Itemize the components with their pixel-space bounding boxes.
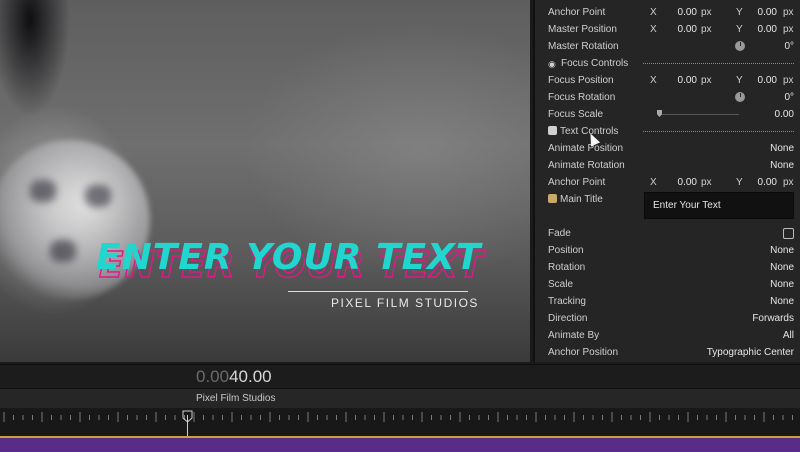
param-animate-position: Animate Position None (535, 140, 800, 157)
focus-scale-slider[interactable] (659, 114, 739, 115)
timecode-bar: 0.0040.00 (0, 364, 800, 389)
section-text-controls[interactable]: Text Controls (535, 123, 800, 140)
background-figure (0, 0, 90, 140)
param-focus-position: Focus Position X 0.00 px Y 0.00 px (535, 72, 800, 89)
clip-name: Pixel Film Studios (196, 393, 276, 404)
param-tracking: Tracking None (535, 293, 800, 310)
focus-position-x[interactable]: 0.00 (657, 72, 697, 89)
fade-checkbox[interactable] (783, 228, 794, 239)
eye-icon (548, 56, 558, 65)
inspector-panel: Anchor Point X 0.00 px Y 0.00 px Master … (533, 0, 800, 362)
rotation-dial-icon[interactable] (735, 92, 745, 102)
param-scale: Scale None (535, 276, 800, 293)
main-title-field[interactable]: Enter Your Text (644, 192, 794, 219)
focus-rotation-value[interactable]: 0° (784, 89, 794, 106)
param-focus-scale: Focus Scale 0.00 (535, 106, 800, 123)
scale-popup[interactable]: None (770, 276, 794, 293)
master-rotation-value[interactable]: 0° (784, 38, 794, 55)
ruler-ticks (3, 410, 793, 423)
anchor-y-value[interactable]: 0.00 (737, 4, 777, 21)
focus-position-y[interactable]: 0.00 (737, 72, 777, 89)
rotation-popup[interactable]: None (770, 259, 794, 276)
param-master-rotation: Master Rotation 0° (535, 38, 800, 55)
text-edit-icon (548, 194, 557, 203)
param-animate-rotation: Animate Rotation None (535, 157, 800, 174)
param-master-position: Master Position X 0.00 px Y 0.00 px (535, 21, 800, 38)
param-anchor-position: Anchor Position Typographic Center (535, 344, 800, 361)
param-focus-rotation: Focus Rotation 0° (535, 89, 800, 106)
title-divider (288, 291, 468, 292)
animate-position-popup[interactable]: None (770, 140, 794, 157)
slider-thumb-icon[interactable] (657, 110, 662, 117)
clip-header[interactable]: Pixel Film Studios (0, 388, 800, 409)
text-anchor-x[interactable]: 0.00 (657, 174, 697, 191)
timeline-ruler[interactable] (0, 408, 800, 436)
title-text[interactable]: ENTER YOUR TEXT (96, 240, 481, 276)
rotation-dial-icon[interactable] (735, 41, 745, 51)
param-text-anchor-point: Anchor Point X 0.00 px Y 0.00 px (535, 174, 800, 191)
section-focus-controls[interactable]: Focus Controls (535, 55, 800, 72)
position-popup[interactable]: None (770, 242, 794, 259)
param-fade: Fade (535, 225, 800, 242)
timecode-display[interactable]: 0.0040.00 (196, 367, 272, 387)
tracking-popup[interactable]: None (770, 293, 794, 310)
text-controls-icon (548, 126, 557, 135)
param-rotation: Rotation None (535, 259, 800, 276)
animate-by-popup[interactable]: All (783, 327, 794, 344)
text-anchor-y[interactable]: 0.00 (737, 174, 777, 191)
subtitle-text[interactable]: PIXEL FILM STUDIOS (331, 296, 479, 310)
param-anchor-point: Anchor Point X 0.00 px Y 0.00 px (535, 4, 800, 21)
param-position: Position None (535, 242, 800, 259)
video-viewer[interactable]: ENTER YOUR TEXT ENTER YOUR TEXT PIXEL FI… (0, 0, 530, 362)
anchor-position-popup[interactable]: Typographic Center (707, 344, 794, 361)
focus-scale-value[interactable]: 0.00 (775, 106, 794, 123)
anchor-x-value[interactable]: 0.00 (657, 4, 697, 21)
direction-popup[interactable]: Forwards (752, 310, 794, 327)
animate-rotation-popup[interactable]: None (770, 157, 794, 174)
param-direction: Direction Forwards (535, 310, 800, 327)
master-position-y[interactable]: 0.00 (737, 21, 777, 38)
param-animate-by: Animate By All (535, 327, 800, 344)
master-position-x[interactable]: 0.00 (657, 21, 697, 38)
